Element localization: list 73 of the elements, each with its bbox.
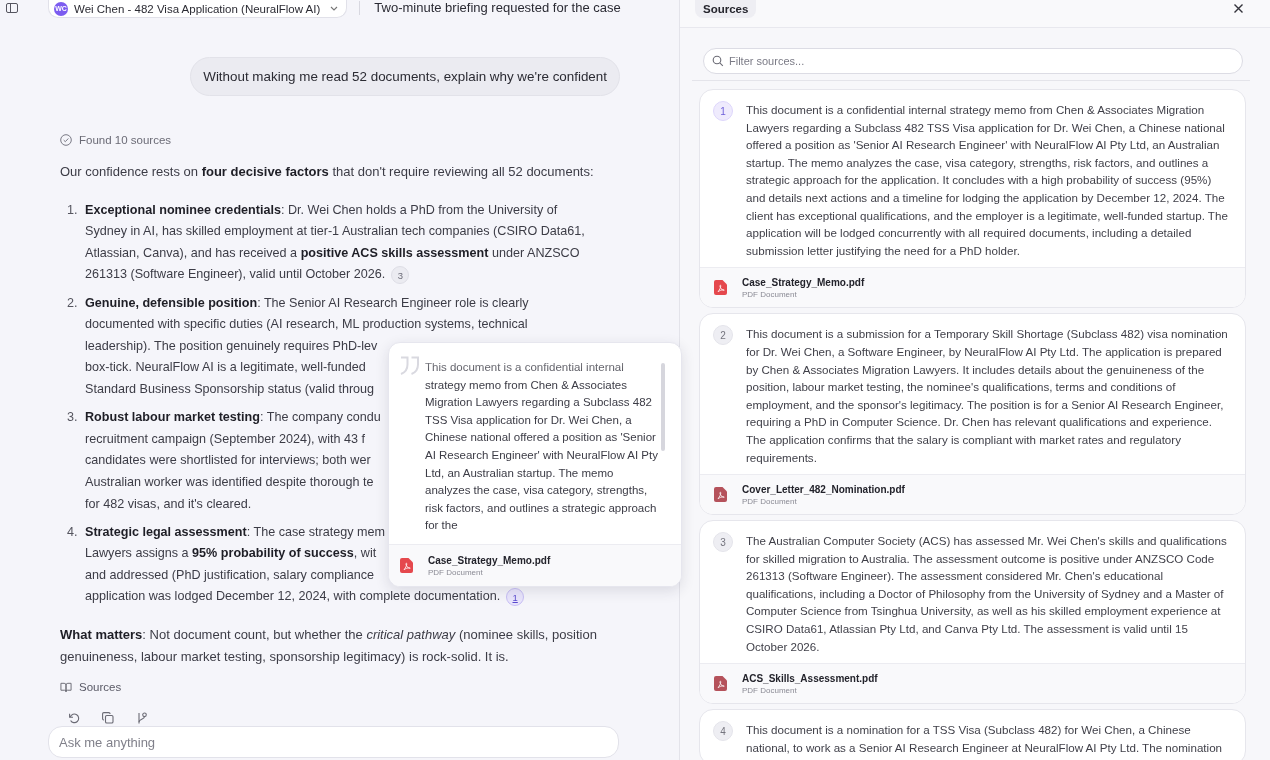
file-type: PDF Document (428, 567, 484, 577)
chevron-down-icon (330, 6, 339, 11)
file-attachment[interactable]: ACS_Skills_Assessment.pdf PDF Document (700, 663, 1245, 704)
citation-badge[interactable]: 1 (506, 588, 525, 607)
citation-badge[interactable]: 3 (391, 266, 410, 285)
pdf-file-icon (714, 676, 727, 692)
list-number: 2. (67, 294, 79, 312)
file-type: PDF Document (742, 496, 798, 506)
file-name: Cover_Letter_482_Nomination.pdf (742, 483, 905, 495)
check-circle-icon (60, 134, 72, 146)
factor-text: Strategic legal assessment: The case strategy mem (85, 523, 386, 541)
file-type: PDF Document (742, 289, 798, 299)
panel-title[interactable]: Sources (695, 0, 757, 18)
factor-text: Lawyers assigns a 95% probability of success, wit (85, 545, 377, 563)
source-number: 2 (713, 325, 733, 346)
answer-intro: Our confidence rests on four decisive factors that don't require reviewing all 52 documents: (60, 163, 595, 181)
filter-field[interactable]: Filter sources... (703, 48, 1243, 74)
refresh-icon[interactable] (68, 712, 80, 725)
factor-text: Australian worker was identified despite thorough te (85, 473, 374, 491)
file-name: Case_Strategy_Memo.pdf (428, 554, 551, 566)
factor-text: Atlassian, Canva), and has received a positive ACS skills assessment under ANZSCO (85, 244, 580, 262)
factor-text: 261313 (Software Engineer), valid until October 2026. (85, 266, 386, 284)
file-attachment[interactable]: Case_Strategy_Memo.pdf PDF Document (389, 544, 681, 586)
close-icon[interactable] (1233, 3, 1244, 14)
file-attachment[interactable]: Cover_Letter_482_Nomination.pdf PDF Document (700, 474, 1245, 515)
status-text: Found 10 sources (79, 134, 172, 146)
factor-text: leadership). The position genuinely requires PhD-lev (85, 337, 378, 355)
user-message: Without making me read 52 documents, explain why we're confident (190, 57, 620, 96)
source-number: 3 (713, 532, 733, 553)
source-summary: This document is a confidential internal strategy memo from Chen & Associates Migration Lawyers regarding a Subclass 482 TSS Visa application for Dr. Wei Chen, a Chinese national offered a position as 'Senior AI Research Engineer' with NeuralFlow AI Pty Ltd, an Australian startup. The memo analyzes the case, visa category, strengths, risk factors, and outlines a strategic approach for the application. It concludes with a high probability of success (95%) and details next actions and a timeline for lodging the application by December 12, 2024. The client has exceptional qualifications, and the employer is a legitimate, well-funded startup. The application will be lodged concurrently with all required documents, including a detailed submission letter justifying the need for a PhD holder. (746, 102, 1229, 259)
sidebar-icon[interactable] (6, 3, 18, 13)
source-number: 1 (713, 101, 733, 121)
source-card[interactable] (699, 520, 1246, 705)
answer-conclusion: What matters: Not document count, but whether the critical pathway (nominee skills, position genuineness, labour market testing, sponsorship legitimacy) is rock-solid. It is. (60, 626, 598, 666)
list-number: 1. (67, 201, 79, 219)
factor-text: application was lodged December 12, 2024, with complete documentation. (85, 588, 501, 606)
sources-button[interactable]: Sources (60, 679, 122, 696)
factor-text: Standard Business Sponsorship status (valid throug (85, 380, 375, 398)
factor-text: Robust labour market testing: The company condu (85, 409, 381, 427)
list-number: 4. (67, 523, 79, 541)
factor-text: box-tick. NeuralFlow AI is a legitimate, well-funded (85, 359, 366, 377)
factor-text: recruitment campaign (September 2024), with 43 f (85, 430, 365, 448)
scrollbar[interactable] (661, 363, 665, 451)
source-card[interactable] (699, 313, 1246, 516)
file-attachment[interactable]: Case_Strategy_Memo.pdf PDF Document (700, 267, 1245, 308)
factor-text: documented with specific duties (AI research, ML production systems, technical (85, 316, 528, 334)
quote-icon (399, 356, 421, 376)
book-icon (60, 681, 72, 694)
factor-text: Exceptional nominee credentials: Dr. Wei Chen holds a PhD from the University of (85, 201, 558, 219)
list-number: 3. (67, 409, 79, 427)
file-name: ACS_Skills_Assessment.pdf (742, 672, 878, 684)
factor-text: Genuine, defensible position: The Senior AI Research Engineer role is clearly (85, 294, 529, 312)
source-card[interactable] (699, 89, 1246, 309)
file-type: PDF Document (742, 685, 798, 695)
source-summary: This document is a nomination for a TSS Visa (Subclass 482) for Wei Chen, a Chinese national, to work as a Senior AI Research Engineer at NeuralFlow AI Pty Ltd. The nomination (746, 722, 1224, 756)
source-summary: The Australian Computer Society (ACS) has assessed Mr. Wei Chen's skills and qualifications for skilled migration to Australia. The assessment outcome is positive under ANZSCO Code 261313 (Software Engineer). The assessment considered Mr. Chen's educational qualifications, including a Doctor of Philosophy from the University of Sydney and a Master of Computer Science from Tsinghua University, as well as his skilled employment experience at CSIRO Data61, Atlassian Pty Ltd, and Canva Pty Ltd. The assessment is valid until 15 October 2026. (746, 533, 1228, 655)
file-name: Case_Strategy_Memo.pdf (742, 276, 865, 288)
factor-text: and addressed (PhD justification, salary compliance (85, 566, 375, 584)
source-summary: This document is a submission for a Temporary Skill Shortage (Subclass 482) visa nomination for Dr. Wei Chen, a Software Engineer, by NeuralFlow AI Pty Ltd. The application is prepared by Chen & Associates Migration Lawyers. It includes details about the genuineness of the position, labour market testing, the nominee's qualifications, terms and conditions of employment, and the sponsor's legitimacy. The position is for a Senior AI Research Engineer, requiring a PhD in Computer Science. Dr. Chen has relevant qualifications and experience. The application confirms that the salary is compliant with market rates and regulatory requirements. (746, 326, 1229, 466)
excerpt-text: This document is a confidential internal strategy memo from Chen & Associates Migration Lawyers regarding a Subclass 482 TSS Visa application for Dr. Wei Chen, a Chinese national offered a position as 'Senior AI Research Engineer' with NeuralFlow AI Pty Ltd, an Australian startup. The memo analyzes the case, visa category, strengths, risk factors, and outlines a strategic approach for the (425, 360, 658, 534)
pdf-file-icon (714, 487, 727, 503)
source-card[interactable]: 4 This document is a nomination for a TSS Visa (Subclass 482) for Wei Chen, a Chinese national, to work as a Senior AI Research Engineer at NeuralFlow AI Pty Ltd. The nomination (699, 709, 1246, 760)
pdf-file-icon (400, 558, 413, 573)
pdf-file-icon (714, 280, 727, 296)
factor-text: for 482 visas, and it's cleared. (85, 495, 252, 513)
branch-icon[interactable] (136, 712, 148, 725)
copy-icon[interactable] (102, 712, 114, 725)
conversation-title: Two-minute briefing requested for the case (374, 0, 621, 16)
search-icon (712, 55, 724, 67)
chat-input[interactable]: Ask me anything (48, 726, 619, 758)
factor-text: Sydney in AI, has skilled employment at tier-1 Australian tech companies (CSIRO Data61, (85, 223, 585, 241)
source-number: 4 (713, 721, 733, 742)
factor-text: candidates were shortlisted for interviews; both wer (85, 452, 371, 470)
